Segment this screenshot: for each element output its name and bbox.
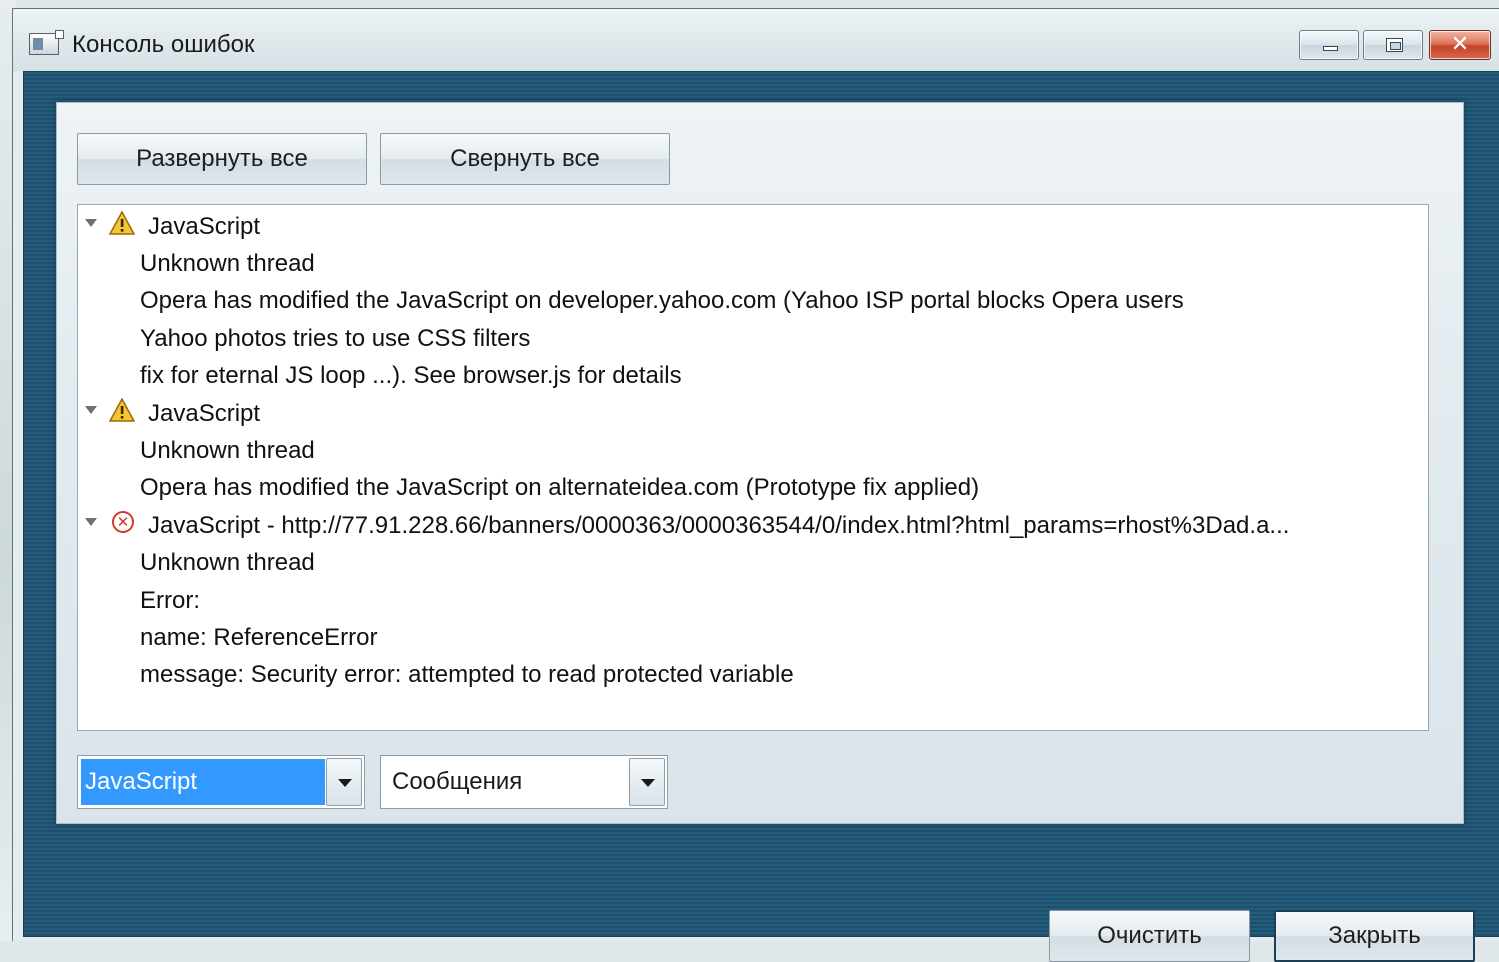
chevron-down-icon[interactable] xyxy=(629,758,665,806)
expander-arrow-icon[interactable] xyxy=(85,518,97,526)
log-entry-title[interactable]: JavaScript xyxy=(148,208,260,245)
log-entry-line: Unknown thread xyxy=(140,549,315,576)
log-entry-line: fix for eternal JS loop ...). See browse… xyxy=(140,362,682,389)
error-console-window: Консоль ошибок ✕ Развернуть все Свернуть… xyxy=(12,8,1499,962)
clear-button[interactable]: Очистить xyxy=(1049,910,1250,962)
chevron-down-icon[interactable] xyxy=(326,758,362,806)
collapse-all-button[interactable]: Свернуть все xyxy=(380,133,670,185)
message-level-select[interactable]: Сообщения xyxy=(380,755,668,809)
log-entry-title[interactable]: JavaScript xyxy=(148,395,260,432)
maximize-icon xyxy=(1386,38,1403,52)
error-icon: ✕ xyxy=(112,511,134,533)
source-filter-select[interactable]: JavaScript xyxy=(77,755,365,809)
log-entry-line: Yahoo photos tries to use CSS filters xyxy=(140,325,531,352)
warning-icon xyxy=(109,398,135,422)
log-entry-title[interactable]: JavaScript - http://77.91.228.66/banners… xyxy=(148,507,1289,544)
log-entry-line: Unknown thread xyxy=(140,250,315,277)
close-window-button[interactable]: ✕ xyxy=(1429,30,1491,60)
minimize-icon xyxy=(1323,46,1338,51)
warning-icon xyxy=(109,211,135,235)
window-app-icon xyxy=(29,30,64,55)
close-icon: ✕ xyxy=(1450,32,1470,57)
maximize-button[interactable] xyxy=(1363,30,1423,60)
error-log-tree[interactable]: JavaScript Unknown thread Opera has modi… xyxy=(77,204,1429,731)
expander-arrow-icon[interactable] xyxy=(85,406,97,414)
window-title: Консоль ошибок xyxy=(72,31,255,58)
minimize-button[interactable] xyxy=(1299,30,1359,60)
message-level-value[interactable]: Сообщения xyxy=(384,759,522,805)
expand-all-button[interactable]: Развернуть все xyxy=(77,133,367,185)
log-entry-line: message: Security error: attempted to re… xyxy=(140,661,794,688)
log-entry-line: Error: xyxy=(140,587,200,614)
log-entry-line: Unknown thread xyxy=(140,437,315,464)
window-frame: Развернуть все Свернуть все JavaScript U… xyxy=(23,71,1499,962)
source-filter-value[interactable]: JavaScript xyxy=(81,759,325,805)
expander-arrow-icon[interactable] xyxy=(85,219,97,227)
title-bar[interactable]: Консоль ошибок ✕ xyxy=(13,9,1499,71)
close-button[interactable]: Закрыть xyxy=(1274,910,1475,962)
log-entry-line: name: ReferenceError xyxy=(140,624,378,651)
console-panel: Развернуть все Свернуть все JavaScript U… xyxy=(56,102,1464,824)
log-entry-line: Opera has modified the JavaScript on dev… xyxy=(140,287,1184,314)
log-entry-line: Opera has modified the JavaScript on alt… xyxy=(140,474,980,501)
